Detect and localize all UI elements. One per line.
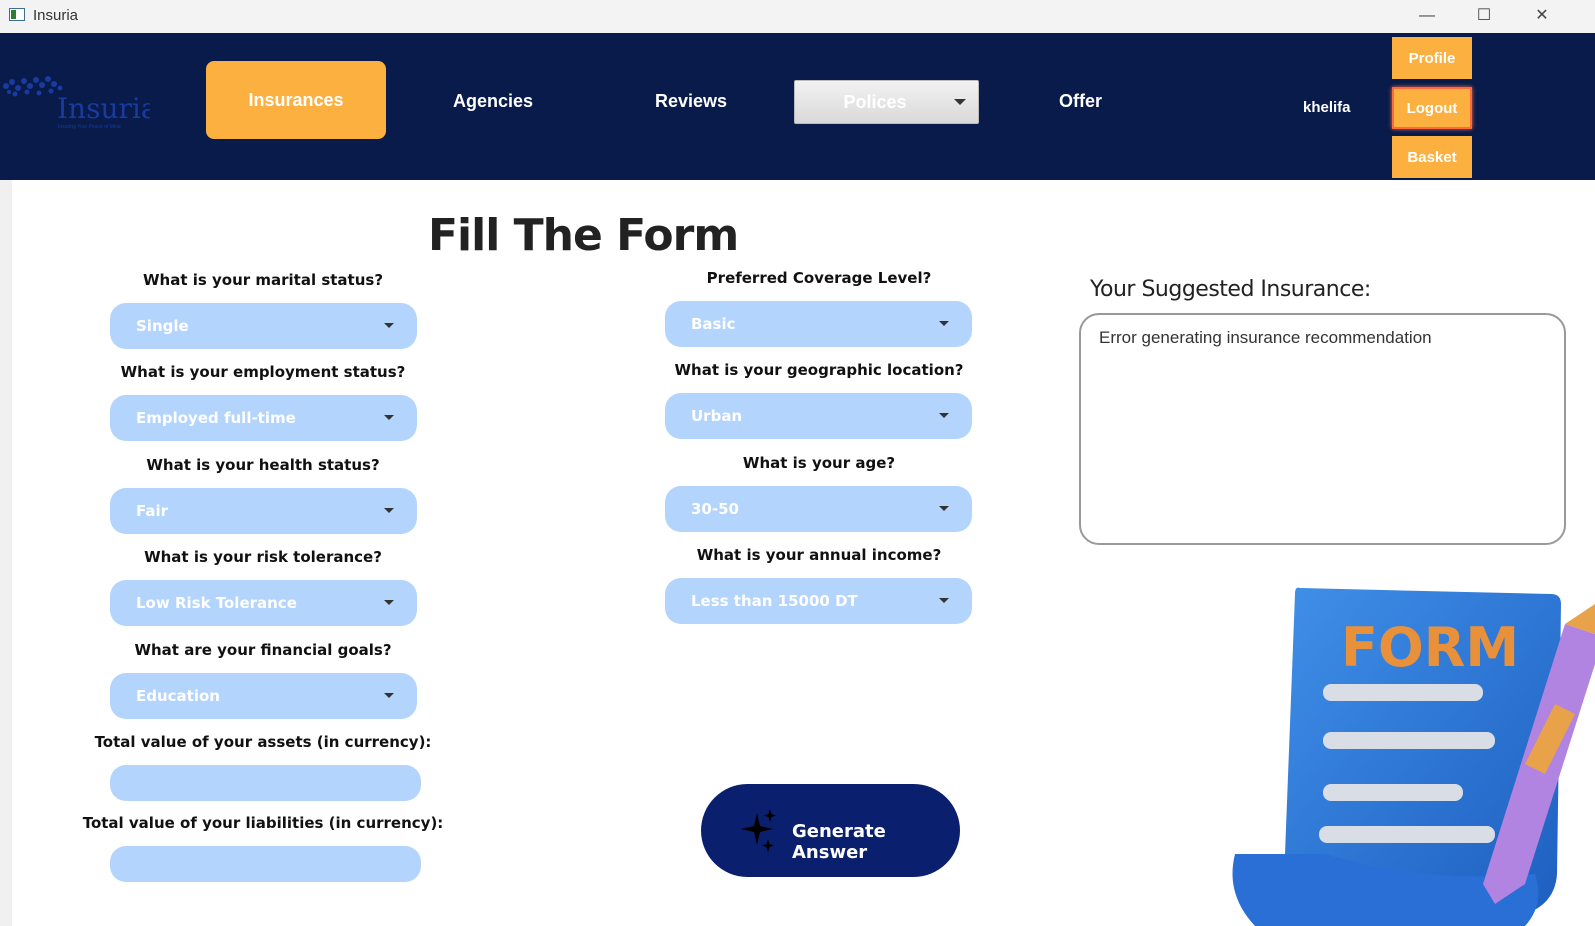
insuria-logo[interactable]: Insuria Insuring Your Peace of Mind (0, 72, 150, 134)
assets-input[interactable] (110, 765, 421, 801)
title-bar: Insuria — ☐ ✕ (0, 0, 1595, 33)
employment-select[interactable]: Employed full-time (110, 395, 417, 441)
suggested-insurance-title: Your Suggested Insurance: (1090, 277, 1371, 302)
risk-label: What is your risk tolerance? (144, 548, 382, 566)
suggestion-message: Error generating insurance recommendatio… (1099, 328, 1432, 347)
chevron-down-icon (384, 508, 394, 513)
location-label: What is your geographic location? (674, 361, 964, 379)
nav-agencies-link[interactable]: Agencies (453, 91, 533, 112)
polices-label: Polices (843, 92, 907, 112)
liabilities-label: Total value of your liabilities (in curr… (82, 814, 444, 832)
health-label: What is your health status? (146, 456, 380, 474)
chevron-down-icon (939, 598, 949, 603)
form-illustration: FORM (1232, 587, 1595, 926)
chevron-down-icon (384, 415, 394, 420)
marital-value: Single (136, 317, 189, 335)
risk-value: Low Risk Tolerance (136, 594, 297, 612)
chevron-down-icon (939, 506, 949, 511)
basket-button[interactable]: Basket (1392, 136, 1472, 178)
liabilities-input[interactable] (110, 846, 421, 882)
coverage-value: Basic (691, 315, 736, 333)
chevron-down-icon (384, 693, 394, 698)
suggestion-textarea[interactable]: Error generating insurance recommendatio… (1079, 313, 1566, 545)
profile-button[interactable]: Profile (1392, 37, 1472, 79)
generate-answer-label: Generate Answer (792, 821, 886, 863)
chevron-down-icon (954, 99, 966, 105)
username: khelifa (1303, 99, 1351, 116)
goals-value: Education (136, 687, 220, 705)
age-label: What is your age? (742, 454, 896, 472)
coverage-select[interactable]: Basic (665, 301, 972, 347)
svg-text:FORM: FORM (1341, 616, 1519, 679)
age-select[interactable]: 30-50 (665, 486, 972, 532)
minimize-button[interactable]: — (1404, 0, 1450, 33)
employment-label: What is your employment status? (120, 363, 406, 381)
svg-text:Insuria: Insuria (57, 92, 150, 125)
nav-reviews-link[interactable]: Reviews (655, 91, 727, 112)
chevron-down-icon (939, 413, 949, 418)
age-value: 30-50 (691, 500, 739, 518)
health-value: Fair (136, 502, 169, 520)
logout-button[interactable]: Logout (1392, 87, 1472, 129)
income-select[interactable]: Less than 15000 DT (665, 578, 972, 624)
location-select[interactable]: Urban (665, 393, 972, 439)
marital-label: What is your marital status? (142, 271, 384, 289)
sparkle-icon (741, 809, 776, 852)
assets-label: Total value of your assets (in currency)… (94, 733, 432, 751)
window-title: Insuria (33, 7, 79, 24)
left-border (0, 180, 12, 926)
nav-insurances-button[interactable]: Insurances (206, 61, 386, 139)
location-value: Urban (691, 407, 743, 425)
svg-text:Insuring Your Peace of Mind: Insuring Your Peace of Mind (58, 124, 121, 130)
app-icon (9, 8, 25, 21)
income-label: What is your annual income? (696, 546, 942, 564)
page-title: Fill The Form (428, 210, 739, 261)
income-value: Less than 15000 DT (691, 592, 858, 610)
marital-select[interactable]: Single (110, 303, 417, 349)
maximize-button[interactable]: ☐ (1461, 0, 1507, 33)
risk-select[interactable]: Low Risk Tolerance (110, 580, 417, 626)
generate-answer-button[interactable]: Generate Answer (701, 784, 960, 877)
polices-dropdown[interactable]: Polices (794, 80, 979, 124)
close-button[interactable]: ✕ (1519, 0, 1565, 33)
nav-offer-link[interactable]: Offer (1059, 91, 1102, 112)
chevron-down-icon (939, 321, 949, 326)
goals-select[interactable]: Education (110, 673, 417, 719)
chevron-down-icon (384, 600, 394, 605)
coverage-label: Preferred Coverage Level? (706, 269, 932, 287)
health-select[interactable]: Fair (110, 488, 417, 534)
employment-value: Employed full-time (136, 409, 296, 427)
goals-label: What are your financial goals? (134, 641, 392, 659)
chevron-down-icon (384, 323, 394, 328)
